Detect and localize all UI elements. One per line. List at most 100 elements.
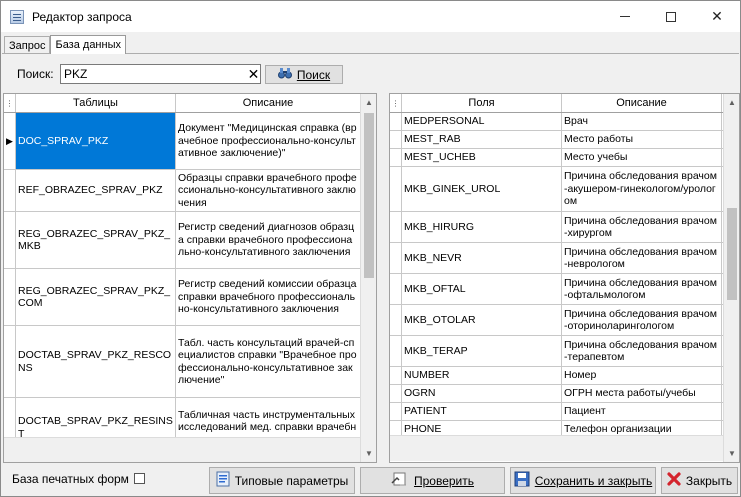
- description-cell[interactable]: Телефон организации: [562, 421, 722, 435]
- table-row[interactable]: MKB_GINEK_UROL Причина обследования врачо…: [390, 167, 724, 212]
- scroll-down-icon[interactable]: ▼: [724, 445, 739, 462]
- row-indicator: [390, 167, 402, 211]
- tables-grid: ⋮ Таблицы Описание ▶ DOC_SPRAV_PKZ Докумен…: [3, 93, 377, 463]
- scroll-thumb[interactable]: [727, 208, 737, 300]
- close-button[interactable]: Закрыть: [661, 467, 738, 494]
- table-row[interactable]: PHONE Телефон организации: [390, 421, 724, 435]
- name-cell[interactable]: DOCTAB_SPRAV_PKZ_RESINST: [16, 398, 176, 437]
- table-row[interactable]: MEST_RAB Место работы: [390, 131, 724, 149]
- column-header-tables[interactable]: Таблицы: [16, 94, 176, 112]
- maximize-button[interactable]: [648, 1, 694, 32]
- name-cell[interactable]: PATIENT: [402, 403, 562, 420]
- name-cell[interactable]: NUMBER: [402, 367, 562, 384]
- description-cell[interactable]: Табличная часть инструментальных исследо…: [176, 398, 361, 437]
- name-cell[interactable]: MKB_OFTAL: [402, 274, 562, 304]
- table-row[interactable]: MKB_HIRURG Причина обследования врачом-хи…: [390, 212, 724, 243]
- fields-grid: ⋮ Поля Описание MEDPERSONAL Врач MEST_RAB М…: [389, 93, 740, 463]
- name-cell[interactable]: MEDPERSONAL: [402, 113, 562, 130]
- name-cell[interactable]: REG_OBRAZEC_SPRAV_PKZ_COM: [16, 269, 176, 325]
- table-row[interactable]: ▶ DOC_SPRAV_PKZ Документ "Медицинская спра…: [4, 113, 361, 170]
- name-cell[interactable]: REG_OBRAZEC_SPRAV_PKZ_MKB: [16, 212, 176, 268]
- table-row[interactable]: MKB_OTOLAR Причина обследования врачом-от…: [390, 305, 724, 336]
- maximize-icon: [666, 11, 676, 22]
- fields-horizontal-scrollbar[interactable]: [390, 435, 724, 461]
- description-cell[interactable]: Место работы: [562, 131, 722, 148]
- name-cell[interactable]: DOCTAB_SPRAV_PKZ_RESCONS: [16, 326, 176, 397]
- column-header-field-description[interactable]: Описание: [562, 94, 722, 112]
- description-cell[interactable]: Номер: [562, 367, 722, 384]
- fields-vertical-scrollbar[interactable]: ▲ ▼: [723, 94, 739, 462]
- close-window-button[interactable]: ✕: [694, 1, 740, 32]
- name-cell[interactable]: DOC_SPRAV_PKZ: [16, 113, 176, 169]
- table-row[interactable]: MKB_OFTAL Причина обследования врачом-офт…: [390, 274, 724, 305]
- scroll-down-icon[interactable]: ▼: [361, 445, 376, 462]
- name-cell[interactable]: REF_OBRAZEC_SPRAV_PKZ: [16, 170, 176, 211]
- table-row[interactable]: NUMBER Номер: [390, 367, 724, 385]
- table-row[interactable]: DOCTAB_SPRAV_PKZ_RESCONS Табл. часть конс…: [4, 326, 361, 398]
- description-cell[interactable]: Регистр сведений диагнозов образца справ…: [176, 212, 361, 268]
- search-button[interactable]: Поиск: [265, 65, 343, 84]
- tab-database[interactable]: База данных: [50, 35, 126, 54]
- save-and-close-button[interactable]: Сохранить и закрыть: [510, 467, 656, 494]
- description-cell[interactable]: Причина обследования врачом-терапевтом: [562, 336, 722, 366]
- description-cell[interactable]: ОГРН места работы/учебы: [562, 385, 722, 402]
- table-row[interactable]: MKB_NEVR Причина обследования врачом-невр…: [390, 243, 724, 274]
- floppy-disk-icon: [514, 471, 530, 490]
- description-cell[interactable]: Регистр сведений комиссии образца справк…: [176, 269, 361, 325]
- tables-grid-body: ▶ DOC_SPRAV_PKZ Документ "Медицинская спра…: [4, 113, 361, 437]
- scroll-up-icon[interactable]: ▲: [361, 94, 376, 111]
- scroll-thumb[interactable]: [364, 113, 374, 278]
- table-row[interactable]: REG_OBRAZEC_SPRAV_PKZ_MKB Регистр сведени…: [4, 212, 361, 269]
- description-cell[interactable]: Пациент: [562, 403, 722, 420]
- tables-vertical-scrollbar[interactable]: ▲ ▼: [360, 94, 376, 462]
- table-row[interactable]: PATIENT Пациент: [390, 403, 724, 421]
- close-label: Закрыть: [685, 473, 733, 488]
- description-cell[interactable]: Причина обследования врачом-хирургом: [562, 212, 722, 242]
- description-cell[interactable]: Табл. часть консультаций врачей-специали…: [176, 326, 361, 397]
- tab-query[interactable]: Запрос: [4, 36, 51, 54]
- minimize-button[interactable]: [602, 1, 648, 32]
- name-cell[interactable]: MKB_HIRURG: [402, 212, 562, 242]
- name-cell[interactable]: MKB_GINEK_UROL: [402, 167, 562, 211]
- name-cell[interactable]: PHONE: [402, 421, 562, 435]
- grid-settings-icon[interactable]: ⋮: [390, 94, 402, 112]
- table-row[interactable]: OGRN ОГРН места работы/учебы: [390, 385, 724, 403]
- description-cell[interactable]: Причина обследования врачом-акушером-гин…: [562, 167, 722, 211]
- table-row[interactable]: MEDPERSONAL Врач: [390, 113, 724, 131]
- table-row[interactable]: DOCTAB_SPRAV_PKZ_RESINST Табличная часть …: [4, 398, 361, 437]
- description-cell[interactable]: Документ "Медицинская справка (врачебное…: [176, 113, 361, 169]
- clear-search-icon[interactable]: ✕: [246, 65, 261, 83]
- table-row[interactable]: MEST_UCHEB Место учебы: [390, 149, 724, 167]
- description-cell[interactable]: Причина обследования врачом-неврологом: [562, 243, 722, 273]
- name-cell[interactable]: MKB_NEVR: [402, 243, 562, 273]
- table-row[interactable]: REF_OBRAZEC_SPRAV_PKZ Образцы справки вра…: [4, 170, 361, 212]
- name-cell[interactable]: MKB_OTOLAR: [402, 305, 562, 335]
- name-cell[interactable]: MEST_UCHEB: [402, 149, 562, 166]
- tables-horizontal-scrollbar[interactable]: [4, 437, 361, 462]
- row-indicator: [390, 113, 402, 130]
- name-cell[interactable]: MEST_RAB: [402, 131, 562, 148]
- column-header-fields[interactable]: Поля: [402, 94, 562, 112]
- row-indicator: [390, 305, 402, 335]
- print-forms-label: База печатных форм: [12, 472, 129, 486]
- row-indicator: ▶: [4, 113, 16, 169]
- row-indicator: [390, 421, 402, 435]
- column-header-description[interactable]: Описание: [176, 94, 361, 112]
- typical-parameters-button[interactable]: Типовые параметры: [209, 467, 355, 494]
- table-row[interactable]: REG_OBRAZEC_SPRAV_PKZ_COM Регистр сведени…: [4, 269, 361, 326]
- name-cell[interactable]: MKB_TERAP: [402, 336, 562, 366]
- description-cell[interactable]: Причина обследования врачом-оториноларин…: [562, 305, 722, 335]
- check-button[interactable]: Проверить: [360, 467, 505, 494]
- grid-settings-icon[interactable]: ⋮: [4, 94, 16, 112]
- description-cell[interactable]: Место учебы: [562, 149, 722, 166]
- query-editor-icon: [10, 9, 24, 24]
- scroll-up-icon[interactable]: ▲: [724, 94, 739, 111]
- table-row[interactable]: MKB_TERAP Причина обследования врачом-тер…: [390, 336, 724, 367]
- description-cell[interactable]: Образцы справки врачебного профессиональ…: [176, 170, 361, 211]
- description-cell[interactable]: Врач: [562, 113, 722, 130]
- print-forms-checkbox[interactable]: [134, 473, 145, 484]
- description-cell[interactable]: Причина обследования врачом-офтальмолого…: [562, 274, 722, 304]
- row-indicator: [4, 269, 16, 325]
- search-input[interactable]: [60, 64, 261, 84]
- name-cell[interactable]: OGRN: [402, 385, 562, 402]
